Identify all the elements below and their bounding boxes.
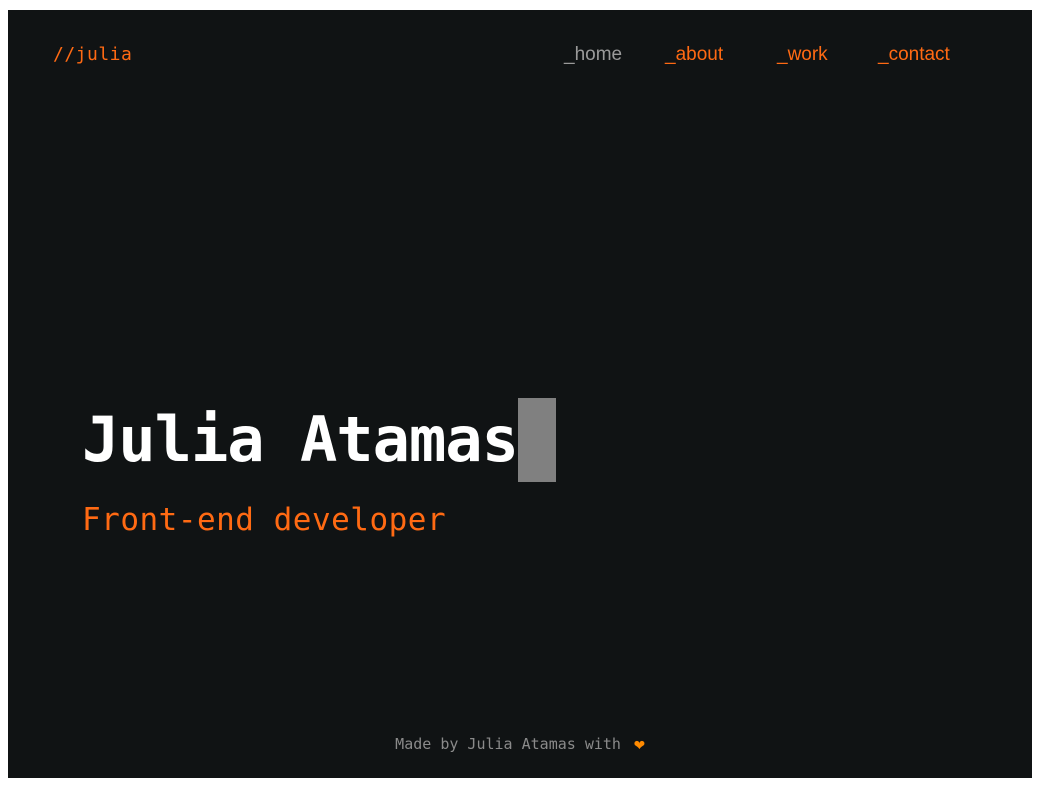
page-container: //julia _home _about _work _contact Juli…: [8, 10, 1032, 778]
hero-subtitle: Front-end developer: [82, 502, 447, 538]
heart-icon: ❤: [633, 734, 645, 755]
nav-link-work[interactable]: _work: [777, 44, 828, 66]
footer: Made by Julia Atamas with ❤: [8, 734, 1032, 755]
nav-link-about[interactable]: _about: [665, 44, 723, 66]
nav-link-home[interactable]: _home: [564, 44, 622, 66]
typing-cursor: [517, 398, 556, 482]
footer-text: Made by Julia Atamas with: [395, 735, 621, 753]
nav-link-contact[interactable]: _contact: [878, 44, 950, 66]
main-nav: _home _about _work _contact: [8, 44, 1032, 70]
hero-title: Julia Atamas: [82, 398, 556, 482]
hero-name: Julia Atamas: [82, 403, 519, 476]
